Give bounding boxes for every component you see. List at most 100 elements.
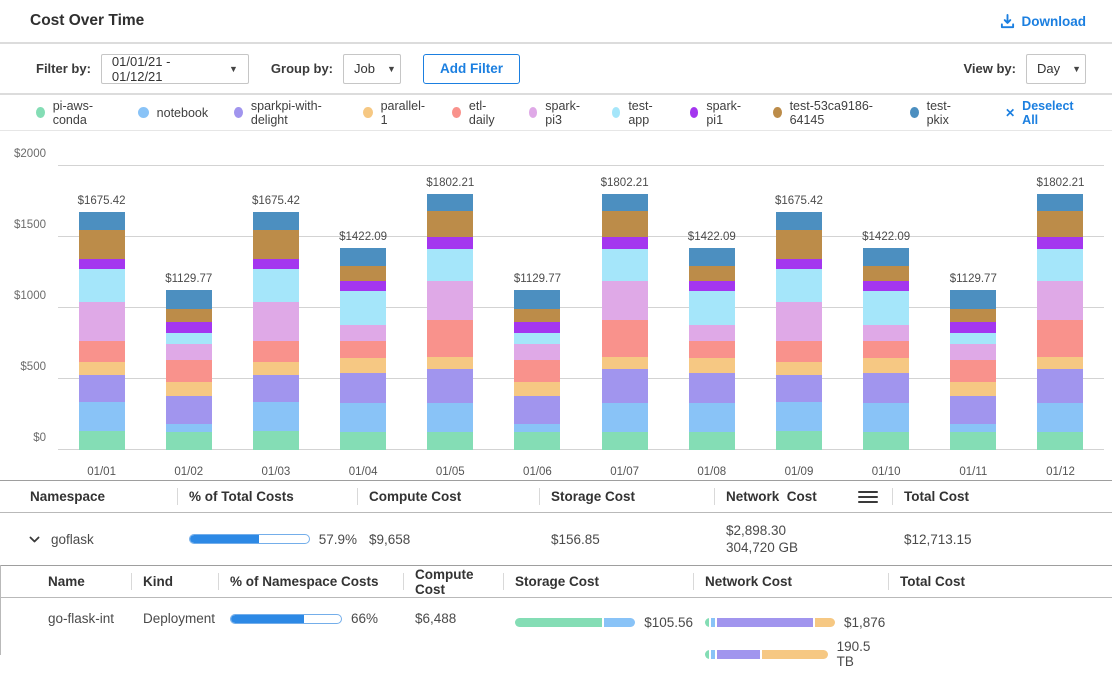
bar-segment-parallel-1[interactable] (514, 382, 560, 396)
bar-segment-test-app[interactable] (1037, 249, 1083, 281)
bar-segment-test-53ca9186-64145[interactable] (514, 309, 560, 321)
bar-segment-pi-aws-conda[interactable] (689, 432, 735, 450)
bar-segment-test-app[interactable] (253, 269, 299, 302)
bar-segment-notebook[interactable] (253, 402, 299, 431)
bar-segment-parallel-1[interactable] (79, 362, 125, 375)
bar-segment-spark-pi3[interactable] (79, 302, 125, 341)
bar-segment-test-pkix[interactable] (689, 248, 735, 266)
add-filter-button[interactable]: Add Filter (423, 54, 520, 84)
chart-bar-01/09[interactable] (776, 212, 822, 450)
bar-segment-sparkpi-with-delight[interactable] (427, 369, 473, 404)
bar-segment-spark-pi3[interactable] (514, 344, 560, 361)
bar-segment-etl-daily[interactable] (689, 341, 735, 358)
bar-segment-pi-aws-conda[interactable] (950, 432, 996, 450)
bar-segment-notebook[interactable] (514, 424, 560, 432)
bar-segment-notebook[interactable] (689, 403, 735, 432)
bar-segment-spark-pi3[interactable] (602, 281, 648, 319)
bar-segment-test-53ca9186-64145[interactable] (427, 211, 473, 237)
bar-segment-pi-aws-conda[interactable] (863, 432, 909, 450)
chart-bar-01/01[interactable] (79, 212, 125, 450)
bar-segment-spark-pi3[interactable] (427, 281, 473, 319)
bar-segment-spark-pi3[interactable] (950, 344, 996, 361)
bar-segment-spark-pi1[interactable] (427, 237, 473, 249)
bar-segment-parallel-1[interactable] (776, 362, 822, 375)
bar-segment-spark-pi3[interactable] (1037, 281, 1083, 319)
bar-segment-etl-daily[interactable] (602, 320, 648, 357)
bar-segment-pi-aws-conda[interactable] (1037, 432, 1083, 450)
bar-segment-spark-pi1[interactable] (79, 259, 125, 269)
bar-segment-notebook[interactable] (950, 424, 996, 432)
bar-segment-test-pkix[interactable] (253, 212, 299, 230)
bar-segment-test-pkix[interactable] (514, 290, 560, 310)
bar-segment-test-pkix[interactable] (79, 212, 125, 230)
bar-segment-test-53ca9186-64145[interactable] (689, 266, 735, 281)
chart-bar-01/12[interactable] (1037, 194, 1083, 450)
chart-bar-01/03[interactable] (253, 212, 299, 450)
bar-segment-spark-pi1[interactable] (776, 259, 822, 269)
bar-segment-test-app[interactable] (79, 269, 125, 302)
bar-segment-test-pkix[interactable] (776, 212, 822, 230)
bar-segment-spark-pi3[interactable] (166, 344, 212, 361)
chart-bar-01/05[interactable] (427, 194, 473, 450)
bar-segment-etl-daily[interactable] (253, 341, 299, 362)
date-range-select[interactable]: 01/01/21 - 01/12/21 ▼ (101, 54, 249, 84)
legend-item-spark-pi1[interactable]: spark-pi1 (690, 99, 747, 127)
bar-segment-spark-pi1[interactable] (602, 237, 648, 249)
bar-segment-sparkpi-with-delight[interactable] (950, 396, 996, 424)
bar-segment-pi-aws-conda[interactable] (79, 431, 125, 450)
chart-bar-01/06[interactable] (514, 290, 560, 450)
bar-segment-test-53ca9186-64145[interactable] (602, 211, 648, 237)
chart-bar-01/11[interactable] (950, 290, 996, 450)
bar-segment-spark-pi3[interactable] (863, 325, 909, 341)
bar-segment-pi-aws-conda[interactable] (602, 432, 648, 450)
bar-segment-spark-pi1[interactable] (689, 281, 735, 291)
bar-segment-sparkpi-with-delight[interactable] (689, 373, 735, 403)
bar-segment-sparkpi-with-delight[interactable] (253, 375, 299, 402)
bar-segment-etl-daily[interactable] (427, 320, 473, 357)
bar-segment-parallel-1[interactable] (340, 358, 386, 373)
bar-segment-spark-pi1[interactable] (514, 322, 560, 333)
bar-segment-spark-pi1[interactable] (166, 322, 212, 333)
bar-segment-test-app[interactable] (340, 291, 386, 325)
bar-segment-spark-pi1[interactable] (340, 281, 386, 291)
bar-segment-parallel-1[interactable] (863, 358, 909, 373)
bar-segment-etl-daily[interactable] (776, 341, 822, 362)
bar-segment-sparkpi-with-delight[interactable] (863, 373, 909, 403)
bar-segment-test-app[interactable] (950, 333, 996, 344)
bar-segment-notebook[interactable] (776, 402, 822, 431)
bar-segment-parallel-1[interactable] (1037, 357, 1083, 369)
bar-segment-pi-aws-conda[interactable] (340, 432, 386, 450)
bar-segment-test-app[interactable] (689, 291, 735, 325)
group-by-select[interactable]: Job ▼ (343, 54, 401, 84)
legend-item-test-pkix[interactable]: test-pkix (910, 99, 963, 127)
bar-segment-pi-aws-conda[interactable] (776, 431, 822, 450)
bar-segment-test-53ca9186-64145[interactable] (340, 266, 386, 281)
bar-segment-pi-aws-conda[interactable] (427, 432, 473, 450)
bar-segment-sparkpi-with-delight[interactable] (79, 375, 125, 402)
bar-segment-sparkpi-with-delight[interactable] (602, 369, 648, 404)
bar-segment-spark-pi3[interactable] (340, 325, 386, 341)
bar-segment-spark-pi1[interactable] (253, 259, 299, 269)
bar-segment-notebook[interactable] (602, 403, 648, 432)
bar-segment-parallel-1[interactable] (950, 382, 996, 396)
bar-segment-test-53ca9186-64145[interactable] (253, 230, 299, 259)
legend-item-spark-pi3[interactable]: spark-pi3 (529, 99, 586, 127)
bar-segment-etl-daily[interactable] (166, 360, 212, 382)
bar-segment-test-pkix[interactable] (950, 290, 996, 310)
bar-segment-sparkpi-with-delight[interactable] (776, 375, 822, 402)
bar-segment-pi-aws-conda[interactable] (514, 432, 560, 450)
bar-segment-test-app[interactable] (514, 333, 560, 344)
legend-item-parallel-1[interactable]: parallel-1 (363, 99, 426, 127)
bar-segment-notebook[interactable] (340, 403, 386, 432)
namespace-expander[interactable]: goflask (0, 532, 177, 547)
bar-segment-notebook[interactable] (863, 403, 909, 432)
bar-segment-sparkpi-with-delight[interactable] (340, 373, 386, 403)
bar-segment-sparkpi-with-delight[interactable] (166, 396, 212, 424)
legend-item-notebook[interactable]: notebook (138, 106, 208, 120)
bar-segment-etl-daily[interactable] (514, 360, 560, 382)
bar-segment-sparkpi-with-delight[interactable] (514, 396, 560, 424)
bar-segment-test-app[interactable] (427, 249, 473, 281)
bar-segment-test-app[interactable] (602, 249, 648, 281)
bar-segment-etl-daily[interactable] (340, 341, 386, 358)
chart-bar-01/08[interactable] (689, 248, 735, 450)
